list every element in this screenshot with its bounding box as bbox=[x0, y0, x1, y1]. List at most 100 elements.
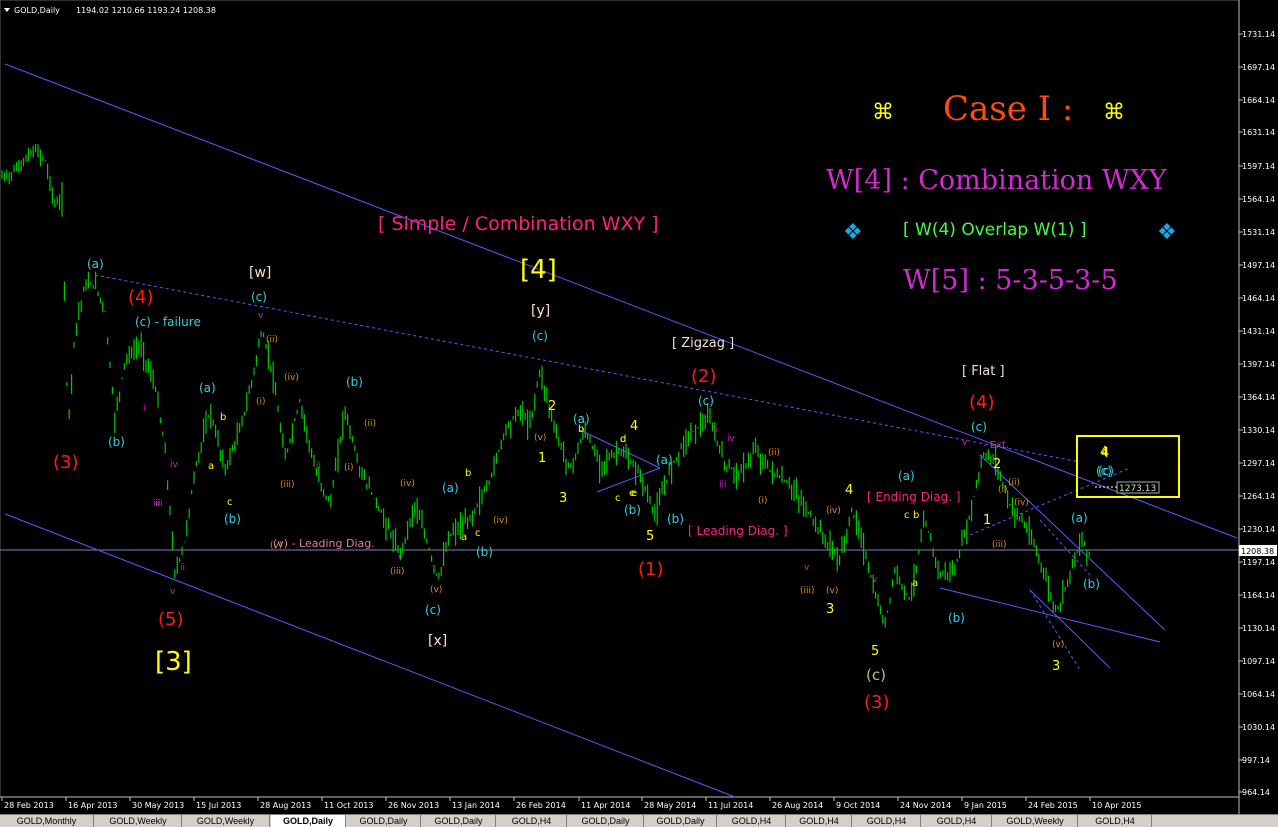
chart-tab[interactable]: GOLD,Weekly bbox=[95, 815, 182, 827]
price-tick-label: 1364.14 bbox=[1242, 393, 1275, 402]
wave-label: (i) bbox=[998, 485, 1008, 495]
price-tick-label: 1731.14 bbox=[1242, 30, 1275, 39]
chart-tab[interactable]: GOLD,Weekly bbox=[182, 815, 270, 827]
wave-label: b bbox=[578, 424, 584, 435]
channel-line[interactable] bbox=[1039, 519, 1091, 576]
price-tick-label: 1164.14 bbox=[1242, 591, 1275, 600]
chart-tab[interactable]: GOLD,Daily bbox=[271, 815, 346, 827]
wave-label: (4) bbox=[128, 287, 154, 308]
wave-label: (b) bbox=[948, 611, 965, 625]
wave-label: b bbox=[913, 510, 919, 521]
wave-label: c bbox=[904, 510, 910, 521]
wave-label: (i) bbox=[344, 463, 354, 473]
case-title: Case I : bbox=[943, 89, 1073, 129]
channel-line[interactable] bbox=[1029, 589, 1081, 671]
wave-label: (iv) bbox=[493, 516, 508, 526]
channel-line[interactable] bbox=[939, 587, 1161, 643]
chart-tab[interactable]: GOLD,H4 bbox=[718, 815, 786, 827]
simple-combination-title: [ Simple / Combination WXY ] bbox=[378, 213, 659, 235]
wave-label: c bbox=[475, 528, 481, 539]
wave-label: 2 bbox=[993, 457, 1001, 472]
wave-label: (v) bbox=[1052, 640, 1064, 650]
time-tick-label: 15 Jul 2013 bbox=[196, 801, 241, 810]
wave-label: (c) bbox=[698, 394, 714, 408]
wave-label: (c) bbox=[971, 420, 987, 434]
case-symbol-right-icon: ⌘ bbox=[1103, 100, 1125, 125]
time-tick-label: 26 Feb 2014 bbox=[516, 801, 566, 810]
wave-label: 5 bbox=[646, 529, 654, 544]
price-chart[interactable]: GOLD,Daily 1194.02 1210.66 1193.24 1208.3… bbox=[0, 0, 1278, 826]
chart-tab-bar: GOLD,Monthly GOLD,Weekly GOLD,Weekly GOLD,D… bbox=[0, 814, 1278, 827]
price-tick-label: 997.14 bbox=[1242, 756, 1270, 765]
diamond-left-icon: ❖ bbox=[843, 220, 863, 245]
wave-label: (iv) bbox=[826, 506, 841, 516]
wave-label: iii bbox=[719, 480, 727, 490]
time-tick-label: 28 May 2014 bbox=[644, 801, 696, 810]
chart-tab[interactable]: GOLD,H4 bbox=[497, 815, 567, 827]
wave-label: ii bbox=[180, 563, 185, 573]
channel-line[interactable] bbox=[969, 467, 1131, 536]
wave-label: (b) bbox=[476, 545, 493, 559]
wave-label: (iii) bbox=[992, 540, 1007, 550]
price-tick-label: 1631.14 bbox=[1242, 128, 1275, 137]
chart-tab[interactable]: GOLD,Daily bbox=[568, 815, 644, 827]
wave-label: 1 bbox=[538, 451, 546, 466]
wave-label: (a) bbox=[199, 381, 216, 395]
price-tick-label: 1531.14 bbox=[1242, 228, 1275, 237]
wave-label: v bbox=[170, 587, 176, 597]
current-price-label: 1208.38 bbox=[1241, 547, 1274, 556]
wave-label: 2 bbox=[548, 399, 556, 414]
wave-label: v bbox=[258, 311, 264, 321]
wave-label: (c) bbox=[425, 603, 441, 617]
wave-label: 3 bbox=[559, 491, 567, 506]
time-tick-label: 11 Jul 2014 bbox=[708, 801, 753, 810]
wave-label: (a) bbox=[898, 469, 915, 483]
target-wave-c-label: (c) bbox=[1096, 464, 1112, 478]
chart-tab[interactable]: GOLD,Weekly bbox=[993, 815, 1078, 827]
channel-line[interactable] bbox=[4, 63, 1238, 539]
wave-label: v bbox=[398, 553, 404, 563]
channel-line[interactable] bbox=[4, 513, 736, 798]
wave-label: (a) bbox=[87, 257, 104, 271]
case-symbol-left-icon: ⌘ bbox=[872, 100, 894, 125]
wave-label: ii bbox=[316, 461, 321, 471]
chart-tab[interactable]: GOLD,H4 bbox=[787, 815, 852, 827]
wave-label: c bbox=[227, 497, 233, 508]
wave-label: (v) bbox=[534, 433, 546, 443]
chart-tab[interactable]: GOLD,H4 bbox=[922, 815, 992, 827]
wave-label: [w] bbox=[249, 265, 271, 281]
price-tick-label: 1330.14 bbox=[1242, 426, 1275, 435]
wave-label: (iii) bbox=[390, 567, 405, 577]
zigzag-label: [ Zigzag ] bbox=[672, 336, 734, 351]
chart-tab[interactable]: GOLD,H4 bbox=[853, 815, 921, 827]
channel-line[interactable] bbox=[1029, 589, 1111, 669]
chart-tab[interactable]: GOLD,Monthly bbox=[0, 815, 94, 827]
wave-label: (ii) bbox=[364, 419, 376, 429]
wave-label: (i) bbox=[758, 496, 768, 506]
chart-tab[interactable]: GOLD,Daily bbox=[645, 815, 717, 827]
wave-label: b bbox=[220, 412, 226, 423]
dropdown-triangle-icon[interactable] bbox=[4, 8, 10, 12]
price-tick-label: 1664.14 bbox=[1242, 96, 1275, 105]
chart-tab[interactable]: GOLD,Daily bbox=[422, 815, 496, 827]
chart-tab[interactable]: GOLD,H4 bbox=[1079, 815, 1152, 827]
wave-label: [x] bbox=[428, 633, 447, 649]
chart-window[interactable]: GOLD,Daily 1194.02 1210.66 1193.24 1208.3… bbox=[0, 0, 1278, 826]
wave-label: [3] bbox=[155, 647, 192, 677]
wave-label: (v) bbox=[430, 585, 442, 595]
wave-label: (c) bbox=[532, 329, 548, 343]
time-tick-label: 26 Nov 2013 bbox=[388, 801, 439, 810]
price-tick-label: 1264.14 bbox=[1242, 492, 1275, 501]
w5-title: W[5] : 5-3-5-3-5 bbox=[903, 265, 1118, 296]
wave-label: (1) bbox=[638, 559, 664, 580]
wave-label: e bbox=[629, 488, 635, 499]
price-tick-label: 1097.14 bbox=[1242, 657, 1275, 666]
diamond-right-icon: ❖ bbox=[1157, 220, 1177, 245]
leading-diag-note-1: (v) - Leading Diag. bbox=[273, 537, 375, 550]
wave-label: 4 bbox=[630, 419, 638, 434]
chart-tab[interactable]: GOLD,Daily bbox=[347, 815, 421, 827]
wave-label: (a) bbox=[442, 481, 459, 495]
wave-label: (iii) bbox=[280, 480, 295, 490]
wave-label: (ii) bbox=[266, 335, 278, 345]
time-tick-label: 30 May 2013 bbox=[132, 801, 184, 810]
